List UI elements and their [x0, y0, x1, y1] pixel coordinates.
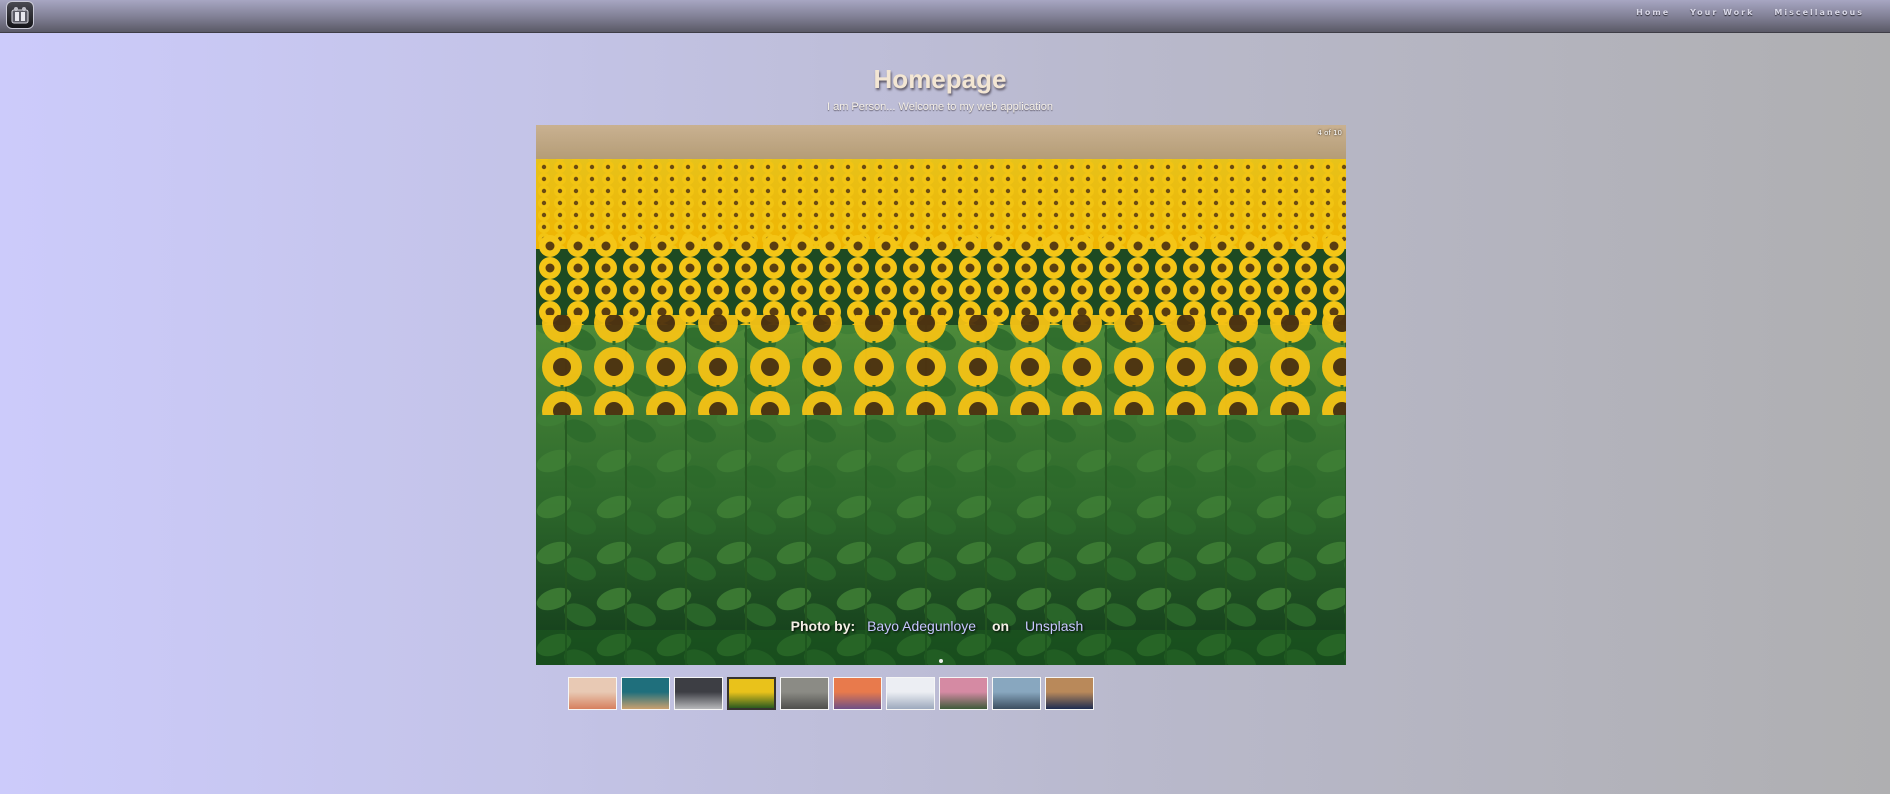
thumb-portrait[interactable]: [1045, 677, 1094, 710]
slide-indicator-dot[interactable]: [939, 659, 943, 663]
slideshow-main-image[interactable]: 4 of 10 Photo by: Bayo Adegunloye on Uns…: [536, 125, 1346, 665]
photographer-link[interactable]: Bayo Adegunloye: [867, 618, 976, 634]
thumb-sunflowers[interactable]: [727, 677, 776, 710]
source-link[interactable]: Unsplash: [1025, 618, 1083, 634]
top-navigation-bar: Home Your Work Miscellaneous: [0, 0, 1890, 33]
thumb-flowers[interactable]: [939, 677, 988, 710]
app-logo-icon[interactable]: [6, 1, 34, 29]
thumb-desert[interactable]: [568, 677, 617, 710]
credit-joiner: on: [991, 618, 1010, 634]
thumb-mountain-mist[interactable]: [886, 677, 935, 710]
credit-prefix: Photo by: [790, 618, 851, 634]
sunflower-field-image: [536, 125, 1346, 665]
slide-indicator: [536, 648, 1346, 665]
thumb-coast[interactable]: [621, 677, 670, 710]
page-title: Homepage: [873, 64, 1007, 94]
photo-credit: Photo by: Bayo Adegunloye on Unsplash: [790, 618, 1084, 634]
thumb-crowd[interactable]: [780, 677, 829, 710]
slide-counter: 4 of 10: [1317, 129, 1342, 137]
thumb-storm-sea[interactable]: [674, 677, 723, 710]
main-nav: Home Your Work Miscellaneous: [1636, 8, 1864, 17]
thumbnail-strip: [568, 677, 1094, 710]
thumb-sunset[interactable]: [833, 677, 882, 710]
nav-your-work-link[interactable]: Your Work: [1690, 8, 1754, 17]
nav-miscellaneous-link[interactable]: Miscellaneous: [1774, 8, 1864, 17]
nav-home-link[interactable]: Home: [1636, 8, 1670, 17]
thumb-lake[interactable]: [992, 677, 1041, 710]
page-subtitle: I am Person... Welcome to my web applica…: [826, 101, 1053, 113]
